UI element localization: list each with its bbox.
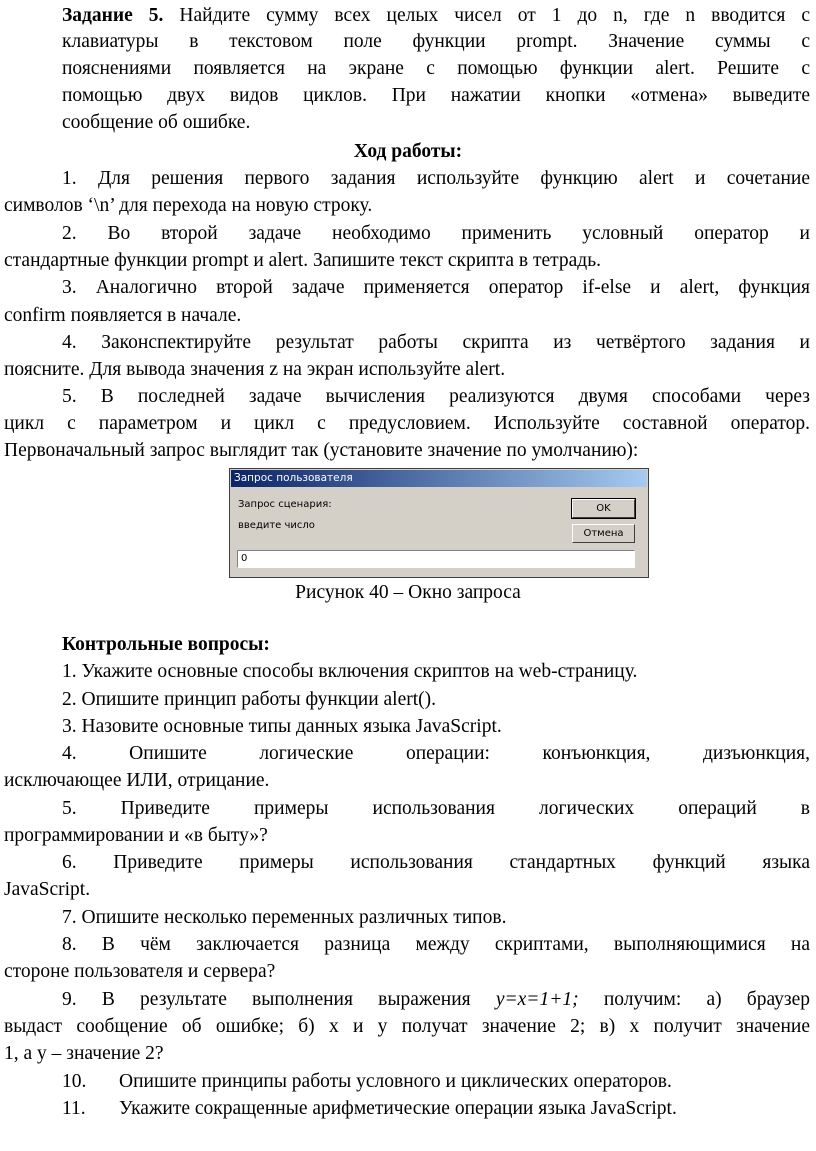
- workflow-item-5-line-1: 5. В последней задаче вычисления реализу…: [62, 386, 810, 407]
- question-11-text: Укажите сокращенные арифметические опера…: [119, 1098, 677, 1119]
- question-9-line-3: 1, а y – значение 2?: [4, 1043, 164, 1064]
- figure-caption: Рисунок 40 – Окно запроса: [295, 582, 521, 603]
- question-1: 1. Укажите основные способы включения ск…: [62, 661, 638, 682]
- workflow-item-2-line-1: 2. Во второй задаче необходимо применить…: [62, 223, 810, 244]
- workflow-item-1-line-1: 1. Для решения первого задания используй…: [62, 168, 810, 189]
- dialog-message: введите число: [238, 520, 315, 531]
- question-9-line-1: 9. В результате выполнения выражения y=x…: [62, 986, 810, 1013]
- dialog-title-bar: Запрос пользователя: [231, 470, 647, 487]
- workflow-item-2-line-2: стандартные функции prompt и alert. Запи…: [4, 250, 601, 271]
- workflow-item-4-line-1: 4. Законспектируйте результат работы скр…: [62, 332, 810, 353]
- workflow-item-1-line-2: символов ‘\n’ для перехода на новую стро…: [4, 195, 373, 216]
- question-5-line-1: 5. Приведите примеры использования логич…: [62, 798, 810, 819]
- task-line-3: пояснениями появляется на экране с помощ…: [62, 58, 810, 79]
- document-page: Задание 5. Найдите сумму всех целых чисе…: [0, 0, 816, 1151]
- workflow-item-5-line-3: Первоначальный запрос выглядит так (уста…: [4, 440, 639, 461]
- question-8-line-2: стороне пользователя и сервера?: [4, 961, 276, 982]
- question-4-line-2: исключающее ИЛИ, отрицание.: [4, 770, 270, 791]
- question-7: 7. Опишите несколько переменных различны…: [62, 907, 507, 928]
- cancel-button[interactable]: Отмена: [572, 524, 635, 543]
- prompt-dialog-figure: Запрос пользователя Запрос сценария: вве…: [229, 468, 649, 578]
- question-6-line-2: JavaScript.: [4, 879, 91, 900]
- questions-title: Контрольные вопросы:: [62, 634, 270, 655]
- question-9-text-b: получим: а) браузер: [603, 989, 811, 1010]
- ok-button[interactable]: OK: [571, 498, 636, 519]
- question-10-text: Опишите принципы работы условного и цикл…: [119, 1071, 672, 1092]
- question-9-line-2: выдаст сообщение об ошибке; б) x и y пол…: [4, 1016, 810, 1037]
- workflow-item-4-line-2: поясните. Для вывода значения z на экран…: [4, 359, 506, 380]
- task-heading: Задание 5.: [62, 5, 164, 26]
- question-11-number: 11.: [62, 1098, 86, 1119]
- question-5-line-2: программировании и «в быту»?: [4, 825, 268, 846]
- workflow-item-3-line-1: 3. Аналогично второй задаче применяется …: [62, 277, 810, 298]
- task-text-1: Найдите сумму всех целых чисел от 1 до n…: [179, 5, 810, 26]
- task-line-2: клавиатуры в текстовом поле функции prom…: [62, 31, 810, 52]
- workflow-item-3-line-2: confirm появляется в начале.: [4, 305, 242, 326]
- workflow-item-5-line-2: цикл с параметром и цикл с предусловием.…: [4, 413, 810, 434]
- question-10-number: 10.: [62, 1071, 87, 1092]
- question-11: 11. Укажите сокращенные арифметические оп…: [62, 1095, 816, 1122]
- dialog-prompt-label: Запрос сценария:: [238, 499, 332, 510]
- task-line-1: Задание 5. Найдите сумму всех целых чисе…: [62, 2, 810, 29]
- question-10: 10. Опишите принципы работы условного и ц…: [62, 1068, 816, 1095]
- question-9-text-a: 9. В результате выполнения выражения: [62, 989, 471, 1010]
- dialog-value-input[interactable]: 0: [237, 550, 635, 568]
- question-6-line-1: 6. Приведите примеры использования станд…: [62, 852, 810, 873]
- question-4-line-1: 4. Опишите логические операции: конъюнкц…: [62, 743, 810, 764]
- question-9-expression: y=x=1+1;: [495, 989, 579, 1010]
- workflow-title: Ход работы:: [353, 141, 463, 162]
- question-8-line-1: 8. В чём заключается разница между скрип…: [62, 934, 810, 955]
- task-line-5: сообщение об ошибке.: [62, 112, 251, 133]
- question-2: 2. Опишите принцип работы функции alert(…: [62, 689, 437, 710]
- task-line-4: помощью двух видов циклов. При нажатии к…: [62, 85, 810, 106]
- question-3: 3. Назовите основные типы данных языка J…: [62, 716, 502, 737]
